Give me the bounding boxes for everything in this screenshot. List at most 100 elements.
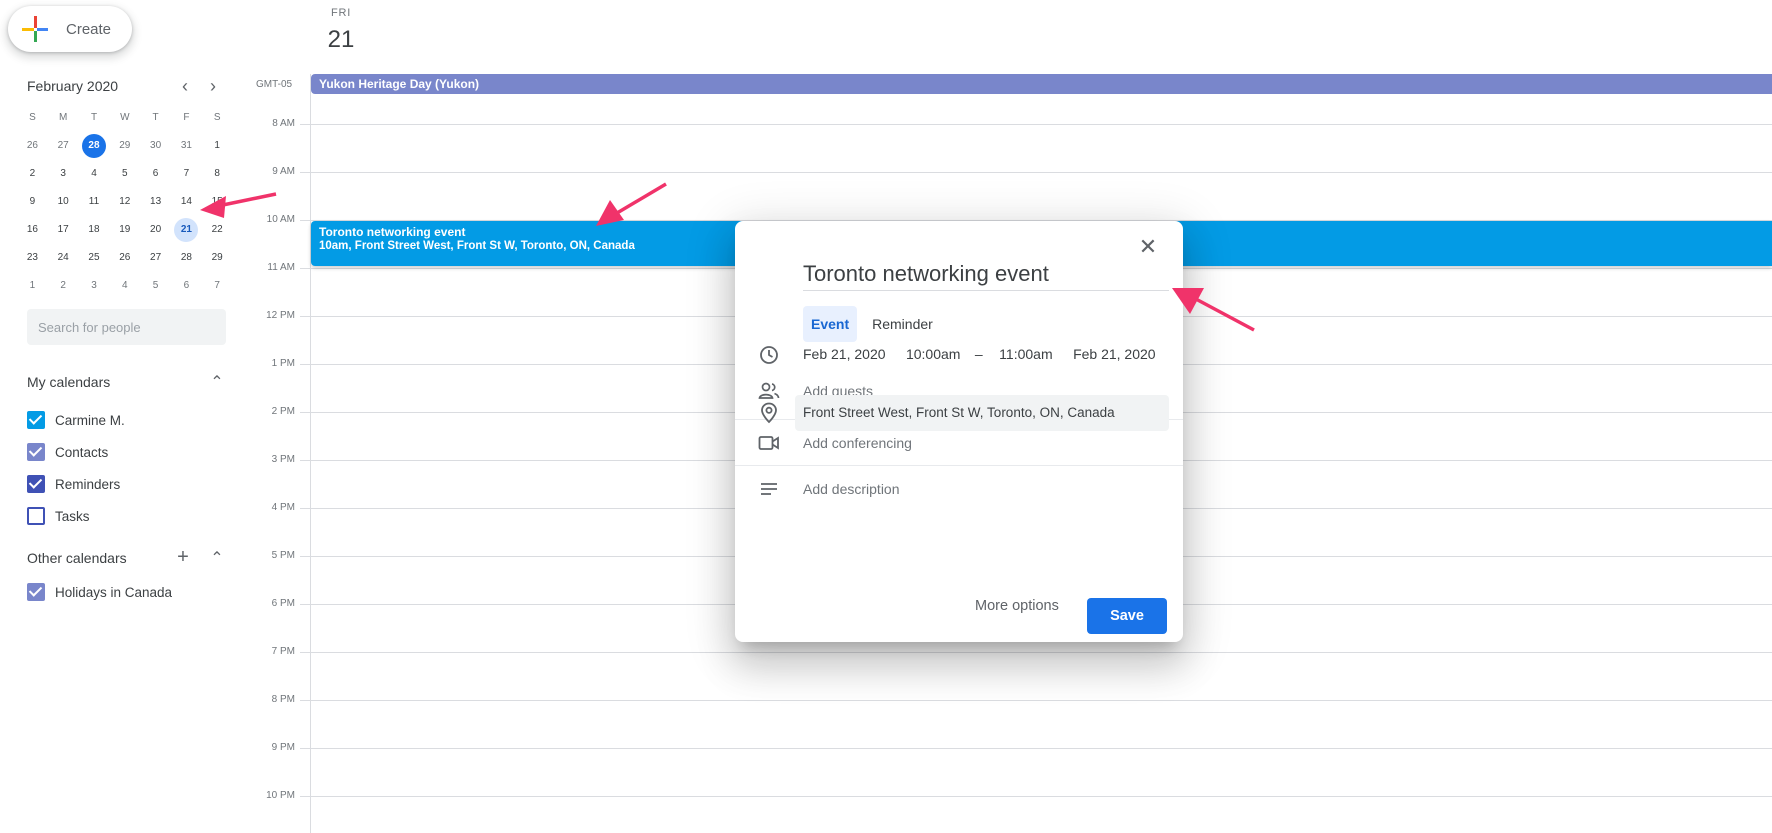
close-icon[interactable]: ✕ [1136, 235, 1160, 259]
mini-calendar-day-label: 10 [57, 196, 69, 207]
tab-reminder[interactable]: Reminder [864, 306, 941, 342]
mini-calendar-day[interactable]: 30 [140, 134, 171, 158]
mini-calendar-day[interactable]: 27 [140, 246, 171, 270]
mini-calendar-day-label: 27 [57, 140, 69, 151]
mini-calendar-day[interactable]: 23 [17, 246, 48, 270]
hour-label: 8 PM [271, 694, 295, 705]
mini-calendar-day-label: 19 [119, 224, 131, 235]
other-calendars-header[interactable]: Other calendars + ⌃ [27, 546, 227, 569]
my-calendars-header[interactable]: My calendars ⌃ [27, 372, 227, 392]
event-type-tabs: Event Reminder [803, 306, 948, 342]
mini-calendar-day[interactable]: 9 [17, 190, 48, 214]
weekday-label: F [183, 112, 190, 123]
chevron-left-icon[interactable]: ‹ [171, 76, 199, 97]
mini-calendar-day[interactable]: 4 [109, 274, 140, 298]
mini-calendar-day[interactable]: 29 [202, 246, 233, 270]
checkbox-checked-icon[interactable] [27, 411, 45, 429]
checkbox-unchecked-icon[interactable] [27, 507, 45, 525]
search-people-input[interactable] [27, 309, 226, 345]
mini-calendar-day[interactable]: 1 [202, 134, 233, 158]
mini-calendar-day[interactable]: 16 [17, 218, 48, 242]
mini-calendar-day[interactable]: 3 [79, 274, 110, 298]
mini-calendar-day[interactable]: 25 [79, 246, 110, 270]
weekday-label: S [29, 112, 36, 123]
mini-calendar-day[interactable]: 12 [109, 190, 140, 214]
add-conferencing[interactable]: Add conferencing [803, 435, 912, 451]
mini-calendar-day-label: 24 [57, 252, 69, 263]
end-time[interactable]: 11:00am [999, 346, 1052, 362]
tab-event[interactable]: Event [803, 306, 858, 342]
mini-calendar-day[interactable]: 7 [202, 274, 233, 298]
mini-calendar-day[interactable]: 31 [171, 134, 202, 158]
create-button[interactable]: Create [8, 6, 132, 52]
mini-calendar-day-label: 30 [150, 140, 162, 151]
mini-calendar-header: February 2020 ‹ › [27, 76, 227, 96]
mini-calendar-day[interactable]: 27 [48, 134, 79, 158]
mini-calendar-day[interactable]: 29 [109, 134, 140, 158]
mini-calendar-day-label: 3 [60, 168, 66, 179]
checkbox-checked-icon[interactable] [27, 475, 45, 493]
description-row[interactable]: Add description [735, 481, 1183, 497]
conferencing-row[interactable]: Add conferencing [735, 435, 1183, 451]
calendar-item[interactable]: Carmine M. [27, 411, 125, 429]
mini-calendar-day[interactable]: 2 [48, 274, 79, 298]
calendar-item[interactable]: Holidays in Canada [27, 583, 172, 601]
calendar-item[interactable]: Reminders [27, 475, 120, 493]
location-pin-icon [735, 402, 803, 424]
mini-calendar-day[interactable]: 17 [48, 218, 79, 242]
end-date[interactable]: Feb 21, 2020 [1073, 346, 1156, 362]
mini-calendar-day[interactable]: 20 [140, 218, 171, 242]
mini-calendar-day[interactable]: 26 [17, 134, 48, 158]
save-button[interactable]: Save [1087, 598, 1167, 634]
mini-calendar-day-label: 27 [150, 252, 162, 263]
mini-calendar-day[interactable]: 2 [17, 162, 48, 186]
mini-calendar-day[interactable]: 19 [109, 218, 140, 242]
checkbox-checked-icon[interactable] [27, 583, 45, 601]
chevron-up-icon[interactable]: ⌃ [207, 372, 227, 392]
all-day-event[interactable]: Yukon Heritage Day (Yukon) [311, 74, 1772, 94]
checkbox-checked-icon[interactable] [27, 443, 45, 461]
mini-calendar-day-label: 23 [26, 252, 38, 263]
video-camera-icon [735, 435, 803, 451]
day-header[interactable]: FRI 21 [310, 7, 372, 54]
my-calendars-title: My calendars [27, 374, 111, 390]
chevron-up-icon[interactable]: ⌃ [207, 548, 227, 568]
event-title-input[interactable] [803, 257, 1169, 291]
chevron-right-icon[interactable]: › [199, 76, 227, 97]
hour-label: 9 PM [271, 742, 295, 753]
mini-calendar-day[interactable]: 4 [79, 162, 110, 186]
mini-calendar-day[interactable]: 7 [171, 162, 202, 186]
weekday-label: W [120, 112, 130, 123]
mini-calendar-day-label: 3 [91, 280, 97, 291]
mini-calendar-day[interactable]: 6 [140, 162, 171, 186]
mini-calendar-day[interactable]: 5 [140, 274, 171, 298]
add-icon[interactable]: + [173, 546, 193, 569]
calendar-item[interactable]: Contacts [27, 443, 108, 461]
mini-calendar-day[interactable]: 5 [109, 162, 140, 186]
mini-calendar-day-label: 28 [81, 134, 106, 158]
mini-calendar-day-label: 13 [150, 196, 162, 207]
divider [735, 465, 1183, 466]
start-time[interactable]: 10:00am [906, 346, 960, 362]
mini-calendar-day[interactable]: 24 [48, 246, 79, 270]
mini-calendar-day[interactable]: 28 [79, 134, 110, 158]
mini-calendar-day[interactable]: 8 [202, 162, 233, 186]
weekday-label: T [152, 112, 159, 123]
mini-calendar-day-label: 31 [180, 140, 192, 151]
start-date[interactable]: Feb 21, 2020 [803, 346, 886, 362]
mini-calendar-day[interactable]: 10 [48, 190, 79, 214]
mini-calendar-day[interactable]: 13 [140, 190, 171, 214]
mini-calendar-day[interactable]: 11 [79, 190, 110, 214]
mini-calendar-day[interactable]: 1 [17, 274, 48, 298]
more-options-button[interactable]: More options [975, 598, 1059, 614]
mini-calendar-day[interactable]: 28 [171, 246, 202, 270]
mini-calendar-day[interactable]: 26 [109, 246, 140, 270]
location-field-value[interactable]: Front Street West, Front St W, Toronto, … [795, 395, 1169, 431]
mini-calendar-day[interactable]: 18 [79, 218, 110, 242]
mini-calendar-day[interactable]: 6 [171, 274, 202, 298]
hour-gridline [300, 796, 1772, 797]
calendar-item[interactable]: Tasks [27, 507, 90, 525]
mini-calendar-day[interactable]: 3 [48, 162, 79, 186]
add-description[interactable]: Add description [803, 481, 900, 497]
weekday-label: T [90, 112, 98, 123]
